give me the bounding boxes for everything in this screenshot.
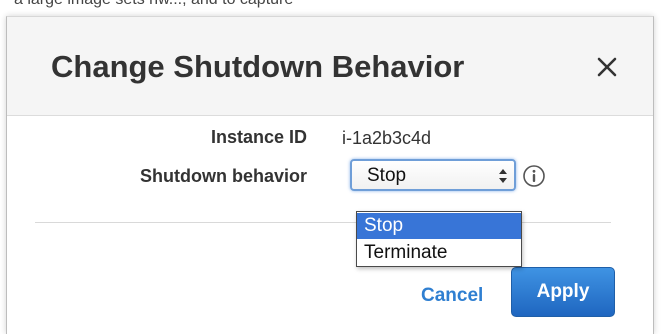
select-arrows-icon	[499, 169, 507, 183]
shutdown-behavior-dropdown: Stop Terminate	[356, 211, 522, 267]
close-button[interactable]	[587, 47, 627, 87]
info-icon[interactable]	[522, 164, 546, 188]
option-stop[interactable]: Stop	[357, 213, 521, 239]
shutdown-behavior-select[interactable]: Stop	[350, 159, 516, 191]
instance-id-value: i-1a2b3c4d	[342, 128, 432, 148]
shutdown-behavior-label: Shutdown behavior	[139, 166, 307, 186]
dialog-title: Change Shutdown Behavior	[51, 49, 465, 84]
apply-button[interactable]: Apply	[511, 267, 615, 317]
cancel-button[interactable]: Cancel	[421, 285, 483, 307]
shutdown-behavior-selected-value: Stop	[367, 165, 407, 186]
background-text: a large image sets hw..., and to capture	[14, 0, 293, 9]
instance-id-label: Instance ID	[210, 127, 307, 147]
option-terminate[interactable]: Terminate	[357, 240, 521, 266]
close-icon	[597, 57, 617, 77]
change-shutdown-behavior-dialog: Change Shutdown Behavior Instance ID i-1…	[6, 16, 654, 334]
dialog-header: Change Shutdown Behavior	[7, 17, 653, 116]
divider	[35, 222, 611, 223]
